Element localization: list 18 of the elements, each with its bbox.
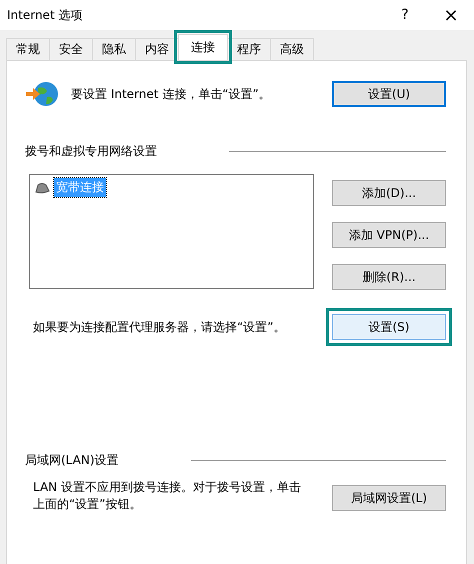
tab[interactable]: 高级 (270, 38, 314, 60)
proxy-settings-button[interactable]: 设置(S) (332, 314, 446, 340)
setup-button[interactable]: 设置(U) (332, 81, 446, 107)
setup-text: 要设置 Internet 连接，单击“设置”。 (71, 86, 271, 102)
modem-icon (34, 182, 50, 194)
section-heading: 局域网(LAN)设置 (25, 452, 119, 469)
dialup-button[interactable]: 添加 VPN(P)... (332, 222, 446, 248)
proxy-text: 如果要为连接配置代理服务器，请选择“设置”。 (33, 318, 286, 336)
close-button[interactable]: × (428, 0, 474, 30)
help-button[interactable]: ? (382, 0, 428, 30)
dialup-button[interactable]: 添加(D)... (332, 180, 446, 206)
globe-icon (25, 80, 59, 108)
tab[interactable]: 常规 (6, 38, 50, 60)
dialup-button[interactable]: 删除(R)... (332, 264, 446, 290)
lan-text: LAN 设置不应用到拨号连接。对于拨号设置，单击上面的“设置”按钮。 (33, 479, 302, 513)
section-heading: 拨号和虚拟专用网络设置 (25, 143, 157, 160)
lan-settings-button[interactable]: 局域网设置(L) (332, 485, 446, 511)
window-title: Internet 选项 (7, 6, 82, 24)
